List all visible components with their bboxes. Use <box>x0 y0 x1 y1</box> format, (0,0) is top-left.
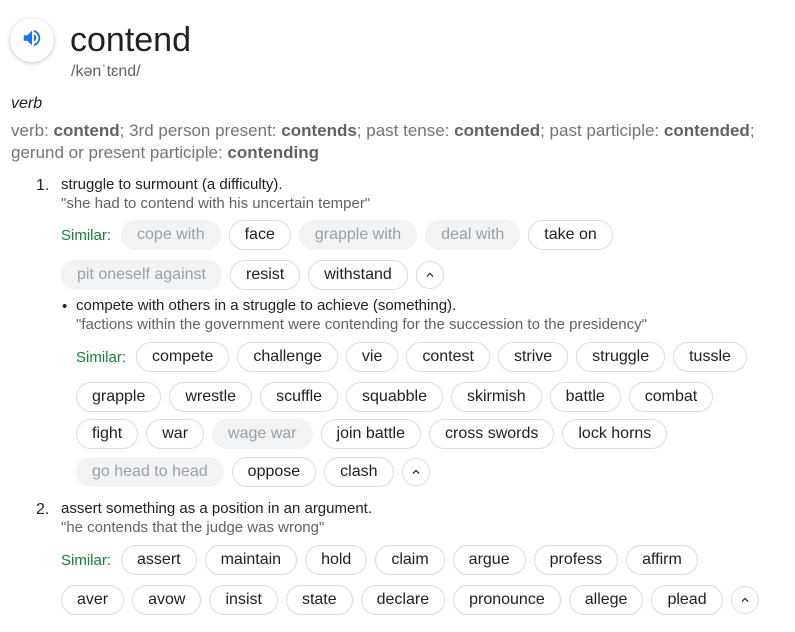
similar-row: go head to head oppose clash <box>76 457 430 487</box>
similar-label: Similar: <box>76 348 127 366</box>
synonym-chip[interactable]: fight <box>76 419 139 449</box>
synonym-chip[interactable]: wage war <box>212 419 313 449</box>
synonym-chip[interactable]: avow <box>132 585 202 615</box>
phonetic: /kənˈtɛnd/ <box>71 63 141 80</box>
collapse-button[interactable] <box>415 261 444 289</box>
definition: struggle to surmount (a difficulty). <box>61 176 283 193</box>
synonym-chip[interactable]: pit oneself against <box>61 260 222 290</box>
synonym-chip[interactable]: clash <box>324 457 394 487</box>
synonym-chip[interactable]: claim <box>375 545 445 575</box>
synonym-chip[interactable]: tussle <box>673 342 747 372</box>
synonym-chip[interactable]: skirmish <box>450 382 542 412</box>
synonym-chip[interactable]: deal with <box>425 220 521 250</box>
collapse-button[interactable] <box>401 458 430 486</box>
similar-row: pit oneself against resist withstand <box>61 260 444 290</box>
verb-forms: verb: contend; 3rd person present: conte… <box>11 121 755 162</box>
synonym-chip[interactable]: face <box>228 220 291 250</box>
synonym-chip[interactable]: hold <box>305 545 368 575</box>
example: "he contends that the judge was wrong" <box>61 519 325 536</box>
synonym-chip[interactable]: wrestle <box>169 382 253 412</box>
similar-row: Similar: compete challenge vie contest s… <box>76 342 747 372</box>
synonym-chip[interactable]: grapple with <box>298 220 418 250</box>
headword: contend <box>70 21 191 59</box>
speaker-button[interactable] <box>10 18 54 62</box>
synonym-chip[interactable]: strive <box>497 342 569 372</box>
synonym-chip[interactable]: oppose <box>231 457 317 487</box>
sub-sense-bullet: • <box>62 298 68 315</box>
synonym-chip[interactable]: insist <box>209 585 278 615</box>
synonym-chip[interactable]: combat <box>628 382 714 412</box>
synonym-chip[interactable]: grapple <box>76 382 162 412</box>
part-of-speech: verb <box>11 95 43 112</box>
similar-label: Similar: <box>61 226 112 244</box>
synonym-chip[interactable]: affirm <box>626 545 698 575</box>
definition: compete with others in a struggle to ach… <box>76 297 457 314</box>
similar-row: Similar: assert maintain hold claim argu… <box>61 545 698 575</box>
synonym-chip[interactable]: assert <box>121 545 197 575</box>
synonym-chip[interactable]: resist <box>229 260 301 290</box>
synonym-chip[interactable]: lock horns <box>562 419 668 449</box>
synonym-chip[interactable]: plead <box>651 585 723 615</box>
synonym-chip[interactable]: take on <box>528 220 613 250</box>
synonym-chip[interactable]: battle <box>549 382 621 412</box>
synonym-chip[interactable]: compete <box>136 342 230 372</box>
synonym-chip[interactable]: challenge <box>237 342 338 372</box>
similar-label: Similar: <box>61 551 112 569</box>
speaker-icon <box>21 27 43 54</box>
synonym-chip[interactable]: war <box>146 419 205 449</box>
synonym-chip[interactable]: cope with <box>121 220 221 250</box>
chevron-up-icon <box>426 272 434 277</box>
example: "she had to contend with his uncertain t… <box>61 195 371 212</box>
similar-row: aver avow insist state declare pronounce… <box>61 585 759 615</box>
synonym-chip[interactable]: pronounce <box>453 585 561 615</box>
synonym-chip[interactable]: declare <box>360 585 446 615</box>
synonym-chip[interactable]: withstand <box>308 260 408 290</box>
synonym-chip[interactable]: state <box>285 585 353 615</box>
synonym-chip[interactable]: squabble <box>346 382 443 412</box>
definition: assert something as a position in an arg… <box>61 500 373 517</box>
synonym-chip[interactable]: argue <box>452 545 526 575</box>
synonym-chip[interactable]: cross swords <box>429 419 555 449</box>
synonym-chip[interactable]: join battle <box>320 419 422 449</box>
synonym-chip[interactable]: struggle <box>576 342 666 372</box>
synonym-chip[interactable]: vie <box>345 342 399 372</box>
synonym-chip[interactable]: contest <box>406 342 490 372</box>
similar-row: Similar: cope with face grapple with dea… <box>61 220 613 250</box>
sense-number: 2. <box>36 501 50 518</box>
chevron-up-icon <box>741 597 749 602</box>
synonym-chip[interactable]: maintain <box>204 545 298 575</box>
collapse-button[interactable] <box>730 586 759 614</box>
synonym-chip[interactable]: aver <box>61 585 125 615</box>
example: "factions within the government were con… <box>76 316 647 333</box>
synonym-chip[interactable]: profess <box>533 545 619 575</box>
similar-row: grapple wrestle scuffle squabble skirmis… <box>76 382 714 412</box>
chevron-up-icon <box>412 469 420 474</box>
sense-number: 1. <box>36 177 50 194</box>
synonym-chip[interactable]: go head to head <box>76 457 224 487</box>
synonym-chip[interactable]: scuffle <box>260 382 339 412</box>
synonym-chip[interactable]: allege <box>568 585 644 615</box>
similar-row: fight war wage war join battle cross swo… <box>76 419 668 449</box>
